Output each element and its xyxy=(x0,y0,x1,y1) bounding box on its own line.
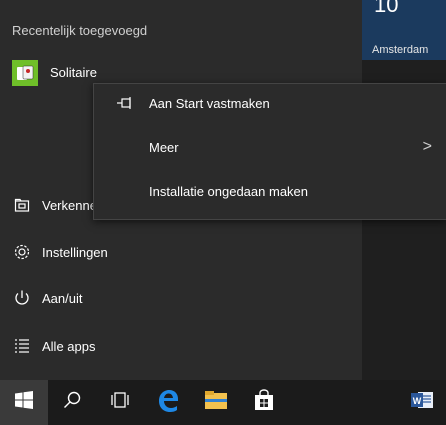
search-icon xyxy=(62,390,82,415)
list-icon xyxy=(12,336,32,356)
context-item-uninstall[interactable]: Installatie ongedaan maken xyxy=(94,176,446,208)
taskbar-start-button[interactable] xyxy=(0,380,48,425)
taskview-icon xyxy=(109,391,131,414)
weather-tile[interactable]: 10 Amsterdam xyxy=(362,0,446,60)
svg-text:W: W xyxy=(413,396,422,406)
taskbar-store-button[interactable] xyxy=(240,380,288,425)
taskbar-search-button[interactable] xyxy=(48,380,96,425)
taskbar-file-explorer-button[interactable] xyxy=(192,380,240,425)
tile-city: Amsterdam xyxy=(372,44,429,56)
edge-icon xyxy=(155,387,181,418)
context-menu: Aan Start vastmaken Meer > Installatie o… xyxy=(93,83,446,220)
folder-icon xyxy=(12,195,32,215)
taskbar-edge-button[interactable] xyxy=(144,380,192,425)
word-icon: W xyxy=(410,390,434,415)
solitaire-icon xyxy=(12,60,38,86)
store-icon xyxy=(253,389,275,416)
menu-item-explorer[interactable]: Verkenner xyxy=(12,192,101,218)
windows-icon xyxy=(14,390,34,415)
menu-item-label: Alle apps xyxy=(42,338,96,354)
gear-icon xyxy=(12,242,32,262)
file-explorer-icon xyxy=(204,390,228,415)
context-item-label: Aan Start vastmaken xyxy=(149,96,270,111)
context-item-label: Installatie ongedaan maken xyxy=(149,184,309,199)
recent-header: Recentelijk toegevoegd xyxy=(12,23,148,38)
menu-item-all-apps[interactable]: Alle apps xyxy=(12,333,95,359)
menu-item-label: Instellingen xyxy=(42,244,108,260)
taskbar-taskview-button[interactable] xyxy=(96,380,144,425)
tile-value: 10 xyxy=(374,0,399,17)
chevron-right-icon: > xyxy=(422,138,432,155)
power-icon xyxy=(12,288,32,308)
taskbar-word-button[interactable]: W xyxy=(398,380,446,425)
context-item-label: Meer xyxy=(149,140,179,155)
menu-item-settings[interactable]: Instellingen xyxy=(12,239,108,265)
context-item-pin-to-start[interactable]: Aan Start vastmaken xyxy=(94,88,446,120)
menu-item-label: Aan/uit xyxy=(42,290,83,306)
context-item-more[interactable]: Meer > xyxy=(94,132,446,164)
taskbar: W xyxy=(0,380,446,425)
menu-item-power[interactable]: Aan/uit xyxy=(12,285,82,311)
pin-icon xyxy=(116,96,134,113)
recent-app-label: Solitaire xyxy=(50,65,97,80)
